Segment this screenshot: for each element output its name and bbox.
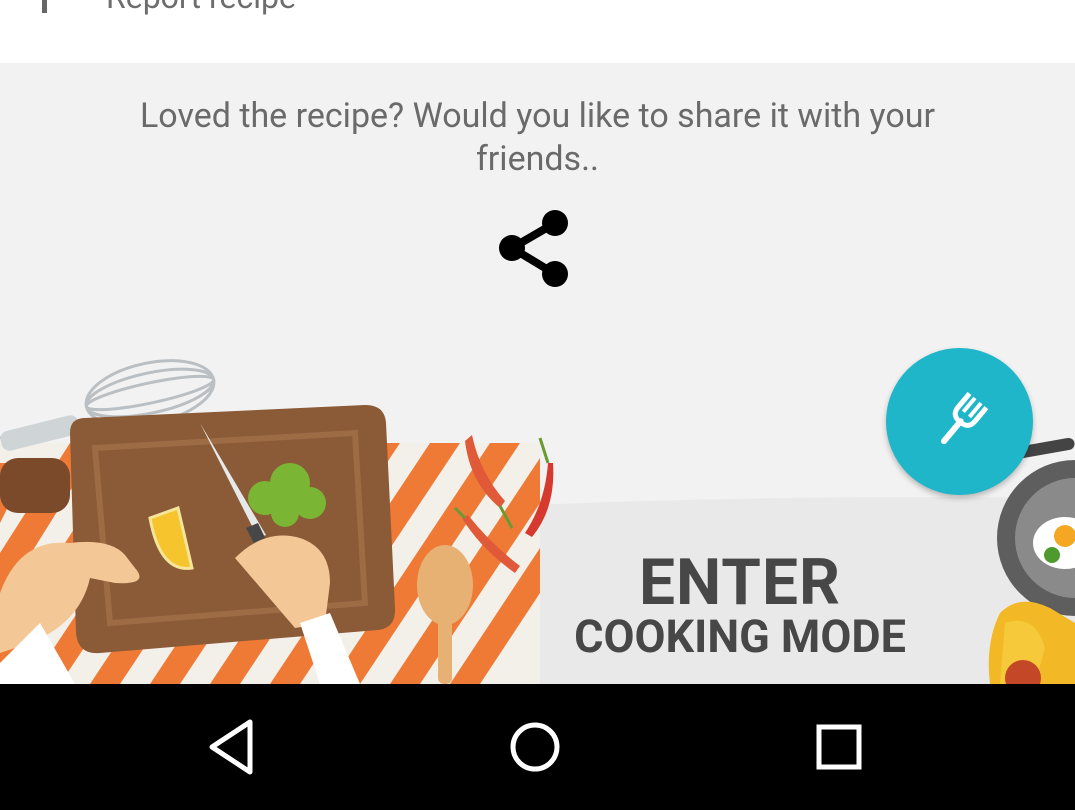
fork-icon (940, 392, 989, 445)
home-icon[interactable] (500, 714, 570, 780)
share-section: Loved the recipe? Would you like to shar… (0, 63, 1075, 323)
report-recipe-item[interactable]: Report recipe (36, 0, 296, 16)
system-nav-bar (0, 684, 1075, 810)
recents-icon[interactable] (804, 714, 874, 780)
banner-title-cooking-mode: COOKING MODE (574, 610, 906, 663)
menu-sheet: Report recipe (0, 0, 1075, 63)
banner-title-enter: ENTER (639, 545, 841, 620)
share-prompt: Loved the recipe? Would you like to shar… (139, 96, 935, 179)
share-icon[interactable] (495, 206, 575, 291)
back-icon[interactable] (198, 714, 268, 780)
report-flag-icon (42, 0, 47, 13)
cooking-mode-fab[interactable] (886, 348, 1033, 495)
report-recipe-label: Report recipe (106, 0, 296, 16)
